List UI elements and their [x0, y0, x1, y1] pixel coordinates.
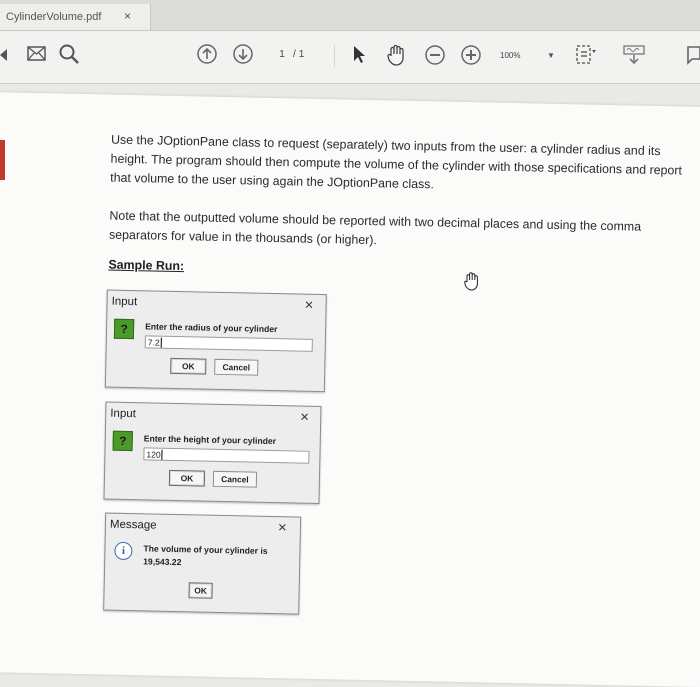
- dialog-title: Input: [110, 407, 136, 421]
- instructions-paragraph: Use the JOptionPane class to request (se…: [110, 132, 683, 192]
- note-paragraph: Note that the outputted volume should be…: [108, 208, 642, 248]
- page-number[interactable]: 1/1: [274, 45, 320, 65]
- cancel-button[interactable]: Cancel: [212, 470, 258, 488]
- sign-icon[interactable]: [622, 44, 646, 66]
- page-current[interactable]: 1: [274, 45, 290, 65]
- back-icon[interactable]: [0, 48, 8, 62]
- height-input-dialog: Input × ? Enter the height of your cylin…: [103, 401, 322, 505]
- volume-message-dialog: Message × i The volume of your cylinder …: [103, 512, 302, 615]
- cancel-button[interactable]: Cancel: [214, 358, 259, 376]
- text-caret: [160, 337, 162, 348]
- page-up-icon[interactable]: [196, 43, 218, 65]
- close-icon[interactable]: ×: [300, 409, 309, 426]
- pdf-page: Use the JOptionPane class to request (se…: [0, 92, 700, 687]
- zoom-in-icon[interactable]: [460, 44, 482, 66]
- volume-message-value: 19,543.22: [143, 556, 182, 568]
- dialog-title: Message: [109, 518, 157, 532]
- height-value: 120: [146, 449, 161, 460]
- sidebar-edge-marker: [0, 140, 5, 180]
- close-icon[interactable]: ×: [278, 519, 287, 536]
- fit-page-icon[interactable]: [574, 43, 598, 67]
- zoom-select[interactable]: 100% ▼: [500, 47, 560, 65]
- question-icon: ?: [112, 430, 133, 452]
- radius-input[interactable]: 7.2: [144, 335, 313, 352]
- sample-run-heading: Sample Run:: [108, 257, 185, 274]
- mail-icon[interactable]: [27, 46, 47, 62]
- radius-value: 7.2: [147, 337, 160, 348]
- ok-button[interactable]: OK: [188, 582, 213, 599]
- chevron-down-icon[interactable]: ▼: [547, 47, 555, 65]
- close-icon[interactable]: ×: [304, 297, 313, 314]
- search-icon[interactable]: [58, 43, 80, 65]
- toolbar: 1/1 100% ▼: [0, 31, 700, 84]
- page-total: 1: [298, 49, 305, 60]
- info-icon: i: [114, 541, 133, 561]
- zoom-value: 100%: [500, 51, 521, 60]
- height-input[interactable]: 120: [143, 447, 310, 464]
- tab-title: CylinderVolume.pdf: [6, 11, 102, 23]
- page-down-icon[interactable]: [232, 43, 254, 65]
- zoom-out-icon[interactable]: [424, 44, 446, 66]
- document-tab[interactable]: CylinderVolume.pdf ×: [0, 4, 151, 30]
- ok-button[interactable]: OK: [168, 469, 206, 487]
- toolbar-divider: [334, 45, 335, 67]
- radius-prompt: Enter the radius of your cylinder: [145, 321, 278, 335]
- height-prompt: Enter the height of your cylinder: [143, 433, 277, 447]
- tab-close-icon[interactable]: ×: [124, 9, 131, 23]
- ok-button[interactable]: OK: [170, 357, 207, 375]
- select-arrow-icon[interactable]: [352, 45, 368, 65]
- dialog-title: Input: [111, 295, 138, 309]
- hand-tool-icon[interactable]: [386, 43, 408, 67]
- page-separator: /: [293, 49, 296, 60]
- comment-icon[interactable]: [684, 45, 700, 65]
- tab-bar: CylinderVolume.pdf ×: [0, 0, 700, 31]
- question-icon: ?: [113, 318, 135, 340]
- hand-cursor-icon: [464, 272, 478, 291]
- text-caret: [161, 449, 163, 460]
- radius-input-dialog: Input × ? Enter the radius of your cylin…: [104, 289, 327, 393]
